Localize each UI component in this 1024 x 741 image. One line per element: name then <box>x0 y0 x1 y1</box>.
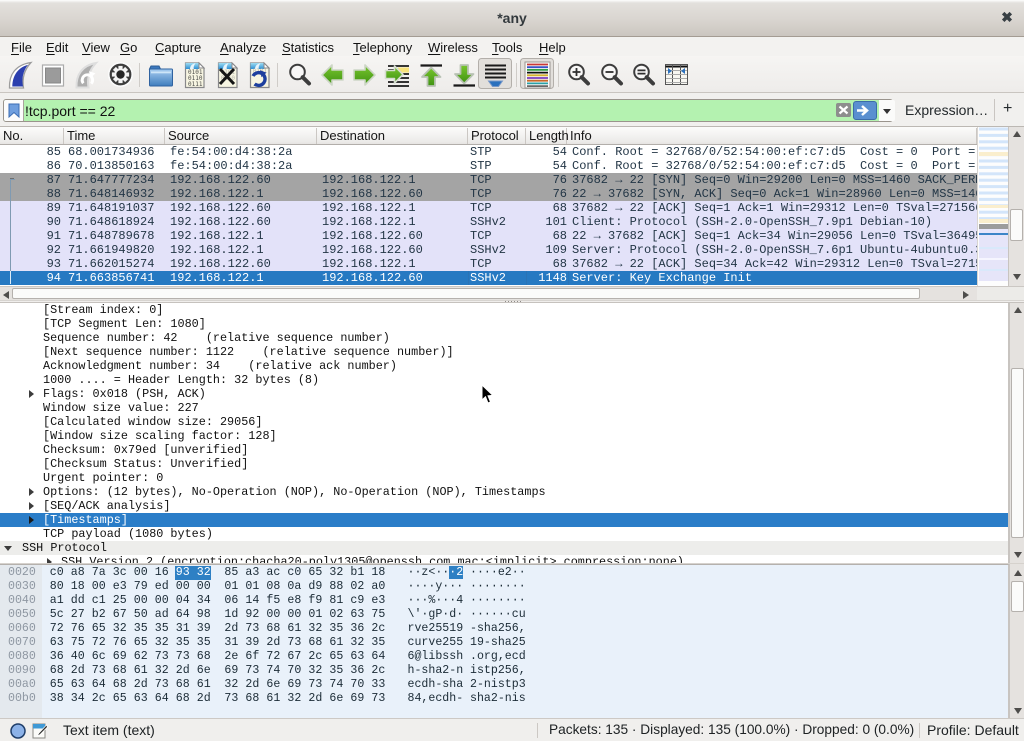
svg-text:0111: 0111 <box>188 81 203 88</box>
